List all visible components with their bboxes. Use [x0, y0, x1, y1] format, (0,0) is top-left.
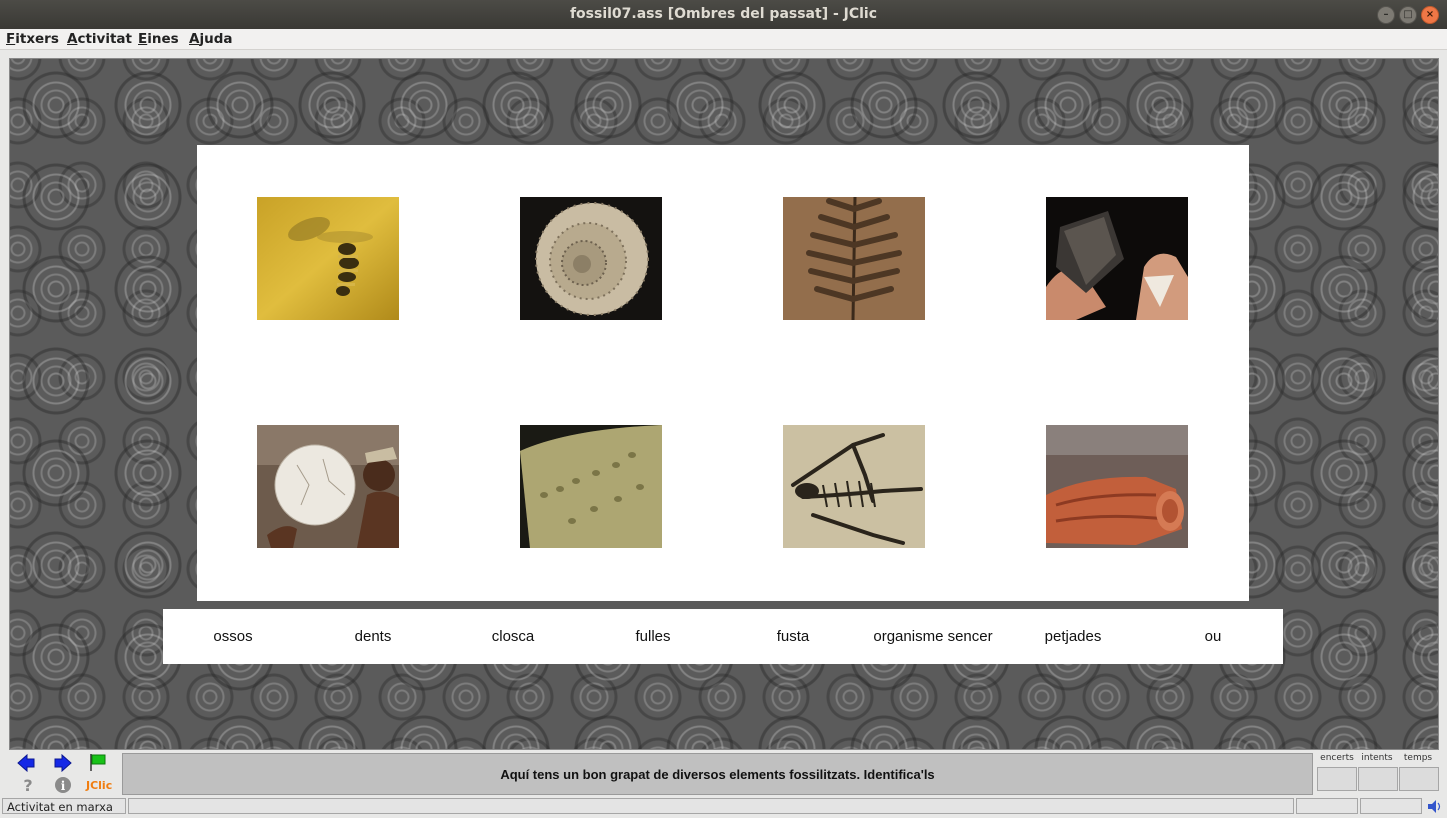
image-board — [197, 145, 1249, 601]
label-closca[interactable]: closca — [443, 628, 583, 645]
label-dents[interactable]: dents — [303, 628, 443, 645]
counter-label-temps: temps — [1403, 753, 1433, 763]
counter-temps — [1399, 767, 1439, 791]
label-organisme-sencer[interactable]: organisme sencer — [863, 628, 1003, 645]
insect-in-amber-image[interactable] — [257, 197, 399, 320]
label-ou[interactable]: ou — [1143, 628, 1283, 645]
menu-eines[interactable]: Eines — [138, 31, 179, 47]
menu-activitat[interactable]: Activitat — [67, 31, 132, 47]
counter-label-intents: intents — [1361, 753, 1393, 763]
window-title: fossil07.ass [Ombres del passat] - JClic — [569, 6, 878, 22]
label-fusta[interactable]: fusta — [723, 628, 863, 645]
label-petjades[interactable]: petjades — [1003, 628, 1143, 645]
restart-flag-icon[interactable] — [88, 753, 108, 771]
next-arrow-icon[interactable] — [53, 754, 73, 772]
info-icon[interactable]: i — [53, 776, 73, 794]
close-icon[interactable]: × — [1421, 6, 1439, 24]
status-text: Activitat en marxa — [2, 798, 126, 814]
counter-encerts — [1317, 767, 1357, 791]
sound-icon[interactable] — [1426, 799, 1442, 814]
menu-fitxers[interactable]: Fitxers — [6, 31, 59, 47]
fern-leaf-fossil-image[interactable] — [783, 197, 925, 320]
skeleton-fossil-image[interactable] — [783, 425, 925, 548]
petrified-wood-image[interactable] — [1046, 425, 1188, 548]
svg-text:i: i — [61, 779, 66, 793]
minimize-icon[interactable]: – — [1377, 6, 1395, 24]
counter-intents — [1358, 767, 1398, 791]
footprints-on-rock-image[interactable] — [520, 425, 662, 548]
message-text: Aquí tens un bon grapat de diversos elem… — [500, 767, 935, 782]
svg-text:?: ? — [23, 776, 32, 794]
window-titlebar: fossil07.ass [Ombres del passat] - JClic… — [0, 0, 1447, 29]
help-icon[interactable]: ? — [18, 776, 38, 794]
previous-arrow-icon[interactable] — [16, 754, 36, 772]
menu-bar: Fitxers Activitat Eines Ajuda — [0, 29, 1447, 50]
label-fulles[interactable]: fulles — [583, 628, 723, 645]
status-cell-2 — [1360, 798, 1422, 814]
label-ossos[interactable]: ossos — [163, 628, 303, 645]
status-cell-1 — [1296, 798, 1358, 814]
giant-egg-image[interactable] — [257, 425, 399, 548]
shark-teeth-in-hands-image[interactable] — [1046, 197, 1188, 320]
status-progress — [128, 798, 1294, 814]
message-box: Aquí tens un bon grapat de diversos elem… — [122, 753, 1313, 795]
ammonite-shell-image[interactable] — [520, 197, 662, 320]
maximize-icon[interactable]: □ — [1399, 6, 1417, 24]
label-strip: ossos dents closca fulles fusta organism… — [163, 609, 1283, 664]
status-bar: Activitat en marxa — [0, 797, 1447, 818]
jclic-logo[interactable]: JClic — [86, 779, 112, 792]
window-controls: – □ × — [1377, 6, 1439, 24]
menu-ajuda[interactable]: Ajuda — [189, 31, 232, 47]
counter-label-encerts: encerts — [1320, 753, 1354, 763]
